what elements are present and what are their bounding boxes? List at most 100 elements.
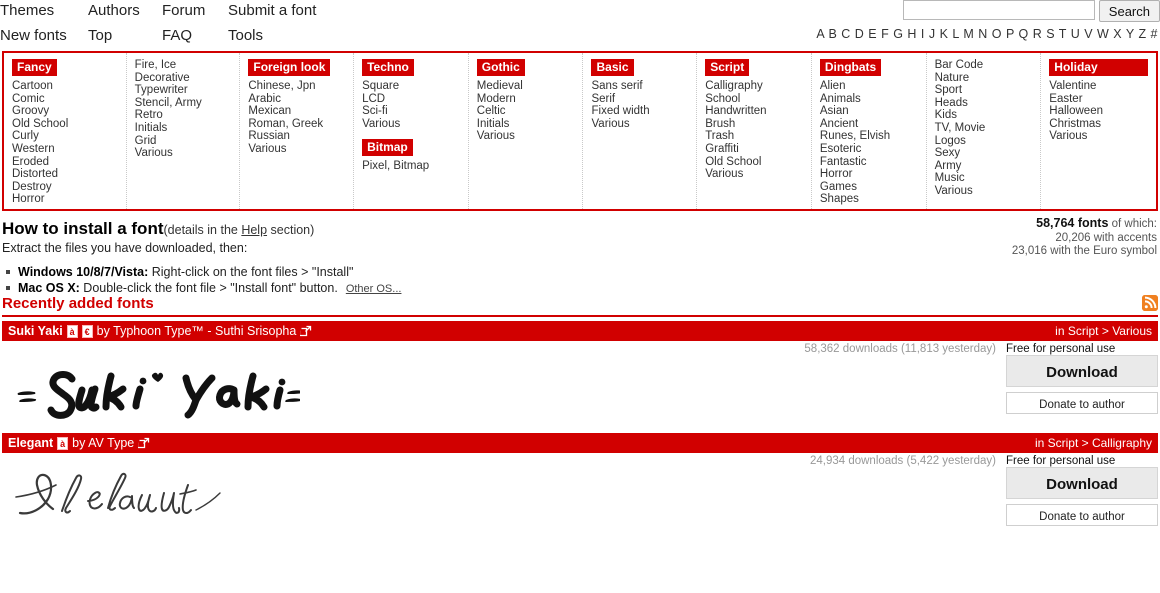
font-preview-image-suki-yaki[interactable] xyxy=(2,355,1158,429)
category-item[interactable]: Roman, Greek xyxy=(248,118,353,131)
category-item[interactable]: Games xyxy=(820,181,926,194)
category-item[interactable]: Various xyxy=(135,147,240,160)
category-item[interactable]: Mexican xyxy=(248,105,353,118)
nav-link-new-fonts[interactable]: New fonts xyxy=(0,27,67,44)
search-button[interactable]: Search xyxy=(1098,0,1160,22)
font-category-link[interactable]: in Script > Calligraphy xyxy=(1035,436,1152,450)
category-item[interactable]: Army xyxy=(935,160,1041,173)
category-item[interactable]: Initials xyxy=(477,118,583,131)
category-heading-techno[interactable]: Techno xyxy=(362,59,414,76)
category-item[interactable]: Horror xyxy=(820,168,926,181)
category-item[interactable]: Kids xyxy=(935,109,1041,122)
category-heading-foreign-look[interactable]: Foreign look xyxy=(248,59,331,76)
external-link-icon[interactable] xyxy=(299,325,312,337)
rss-icon[interactable] xyxy=(1142,295,1158,311)
category-item[interactable]: Fixed width xyxy=(591,105,696,118)
category-item[interactable]: Celtic xyxy=(477,105,583,118)
category-heading-gothic[interactable]: Gothic xyxy=(476,59,525,76)
font-category-link[interactable]: in Script > Various xyxy=(1055,324,1152,338)
category-item[interactable]: Trash xyxy=(705,130,811,143)
nav-link-authors[interactable]: Authors xyxy=(88,2,140,19)
category-item[interactable]: Various xyxy=(591,118,696,131)
category-item[interactable]: Horror xyxy=(12,193,126,206)
category-item[interactable]: Stencil, Army xyxy=(135,97,240,110)
category-item[interactable]: Retro xyxy=(135,109,240,122)
nav-link-themes[interactable]: Themes xyxy=(0,2,54,19)
category-item[interactable]: Fire, Ice xyxy=(135,59,240,72)
category-item[interactable]: Russian xyxy=(248,130,353,143)
category-item[interactable]: Groovy xyxy=(12,105,126,118)
font-name[interactable]: Suki Yaki xyxy=(8,324,63,338)
category-item[interactable]: Chinese, Jpn xyxy=(248,80,353,93)
category-item[interactable]: Various xyxy=(248,143,353,156)
category-heading-dingbats[interactable]: Dingbats xyxy=(819,59,882,76)
category-item[interactable]: Old School xyxy=(705,156,811,169)
category-item[interactable]: Various xyxy=(477,130,583,143)
category-item[interactable]: Halloween xyxy=(1049,105,1156,118)
download-button[interactable]: Download xyxy=(1006,467,1158,499)
category-item[interactable]: Comic xyxy=(12,93,126,106)
category-item[interactable]: Esoteric xyxy=(820,143,926,156)
category-item[interactable]: Distorted xyxy=(12,168,126,181)
donate-button[interactable]: Donate to author xyxy=(1006,392,1158,414)
category-item[interactable]: Old School xyxy=(12,118,126,131)
category-item[interactable]: Easter xyxy=(1049,93,1156,106)
category-heading-holiday[interactable]: Holiday xyxy=(1049,59,1148,76)
category-item[interactable]: Graffiti xyxy=(705,143,811,156)
category-item[interactable]: Destroy xyxy=(12,181,126,194)
category-heading-bitmap[interactable]: Bitmap xyxy=(362,139,413,157)
category-item[interactable]: Sport xyxy=(935,84,1041,97)
category-item[interactable]: Calligraphy xyxy=(705,80,811,93)
other-os-link[interactable]: Other OS... xyxy=(346,283,402,295)
category-item[interactable]: Serif xyxy=(591,93,696,106)
category-item[interactable]: Fantastic xyxy=(820,156,926,169)
category-item[interactable]: Ancient xyxy=(820,118,926,131)
category-item[interactable]: Arabic xyxy=(248,93,353,106)
external-link-icon[interactable] xyxy=(137,437,150,449)
category-item[interactable]: Asian xyxy=(820,105,926,118)
category-item[interactable]: Alien xyxy=(820,80,926,93)
category-item[interactable]: Sexy xyxy=(935,147,1041,160)
category-item[interactable]: Various xyxy=(1049,130,1156,143)
category-item[interactable]: Logos xyxy=(935,135,1041,148)
category-item[interactable]: Runes, Elvish xyxy=(820,130,926,143)
category-item[interactable]: Handwritten xyxy=(705,105,811,118)
category-item[interactable]: Medieval xyxy=(477,80,583,93)
nav-link-top[interactable]: Top xyxy=(88,27,112,44)
category-heading-script[interactable]: Script xyxy=(705,59,750,76)
nav-link-submit-a-font[interactable]: Submit a font xyxy=(228,2,316,19)
category-item[interactable]: Sans serif xyxy=(591,80,696,93)
category-item[interactable]: Various xyxy=(705,168,811,181)
font-author[interactable]: by Typhoon Type™ - Suthi Srisopha xyxy=(97,324,297,338)
search-input[interactable] xyxy=(902,0,1095,20)
nav-link-tools[interactable]: Tools xyxy=(228,27,263,44)
category-item[interactable]: Shapes xyxy=(820,193,926,206)
category-item[interactable]: Christmas xyxy=(1049,118,1156,131)
category-item[interactable]: Music xyxy=(935,172,1041,185)
download-button[interactable]: Download xyxy=(1006,355,1158,387)
category-item[interactable]: Western xyxy=(12,143,126,156)
help-link[interactable]: Help xyxy=(241,223,267,237)
category-item[interactable]: Cartoon xyxy=(12,80,126,93)
category-item[interactable]: Valentine xyxy=(1049,80,1156,93)
category-item[interactable]: Modern xyxy=(477,93,583,106)
font-author[interactable]: by AV Type xyxy=(72,436,134,450)
donate-button[interactable]: Donate to author xyxy=(1006,504,1158,526)
category-item[interactable]: Bar Code xyxy=(935,59,1041,72)
category-item[interactable]: Initials xyxy=(135,122,240,135)
category-item[interactable]: Grid xyxy=(135,135,240,148)
category-item[interactable]: Animals xyxy=(820,93,926,106)
alphabet-index[interactable]: A B C D E F G H I J K L M N O P Q R S T … xyxy=(816,27,1158,41)
category-item[interactable]: Nature xyxy=(935,72,1041,85)
category-heading-fancy[interactable]: Fancy xyxy=(12,59,57,76)
category-item[interactable]: Typewriter xyxy=(135,84,240,97)
category-item[interactable]: Curly xyxy=(12,130,126,143)
category-item[interactable]: Square xyxy=(362,80,468,93)
category-item[interactable]: TV, Movie xyxy=(935,122,1041,135)
nav-link-forum[interactable]: Forum xyxy=(162,2,205,19)
category-item[interactable]: Eroded xyxy=(12,156,126,169)
category-item[interactable]: Sci-fi xyxy=(362,105,468,118)
category-item[interactable]: Various xyxy=(362,118,468,131)
category-item[interactable]: LCD xyxy=(362,93,468,106)
category-item[interactable]: Brush xyxy=(705,118,811,131)
